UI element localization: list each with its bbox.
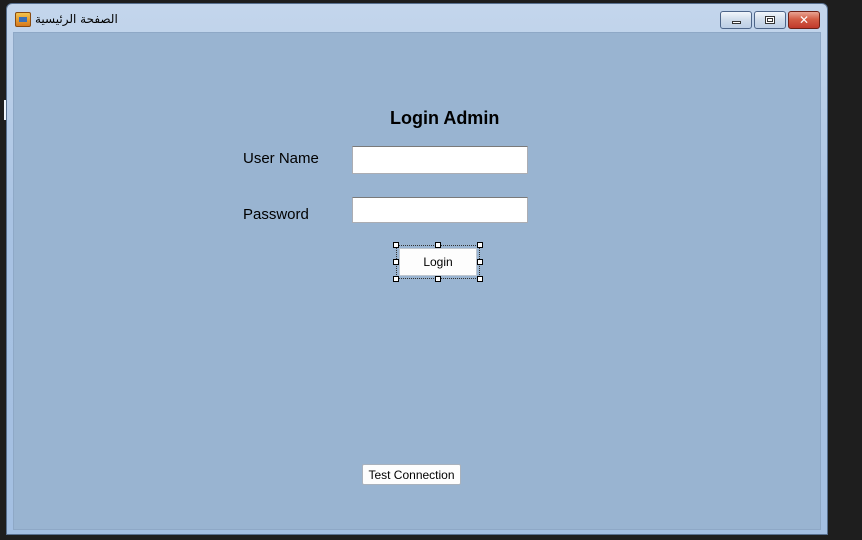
title-bar[interactable]: الصفحة الرئيسية ✕ xyxy=(7,4,827,34)
close-button[interactable]: ✕ xyxy=(788,11,820,29)
form-client-area: Login Admin User Name Password Login Tes… xyxy=(13,32,821,530)
resize-handle-bottom[interactable] xyxy=(435,276,441,282)
resize-handle-top-right[interactable] xyxy=(477,242,483,248)
window-title: الصفحة الرئيسية xyxy=(35,12,118,26)
password-label: Password xyxy=(243,206,309,223)
maximize-icon xyxy=(765,16,775,24)
resize-handle-top[interactable] xyxy=(435,242,441,248)
username-input[interactable] xyxy=(352,146,528,174)
password-input[interactable] xyxy=(352,197,528,223)
resize-handle-bottom-right[interactable] xyxy=(477,276,483,282)
username-label: User Name xyxy=(243,150,319,167)
close-icon: ✕ xyxy=(798,13,810,27)
maximize-button[interactable] xyxy=(754,11,786,29)
minimize-icon xyxy=(732,21,741,24)
resize-handle-top-left[interactable] xyxy=(393,242,399,248)
resize-handle-left[interactable] xyxy=(393,259,399,265)
resize-handle-bottom-left[interactable] xyxy=(393,276,399,282)
test-connection-button[interactable]: Test Connection xyxy=(362,464,461,485)
login-selection-frame: Login xyxy=(393,242,483,282)
login-button[interactable]: Login xyxy=(399,248,477,276)
app-window: الصفحة الرئيسية ✕ Login Admin User Name … xyxy=(6,3,828,535)
resize-handle-right[interactable] xyxy=(477,259,483,265)
app-icon[interactable] xyxy=(15,12,31,27)
login-heading: Login Admin xyxy=(390,108,500,128)
minimize-button[interactable] xyxy=(720,11,752,29)
